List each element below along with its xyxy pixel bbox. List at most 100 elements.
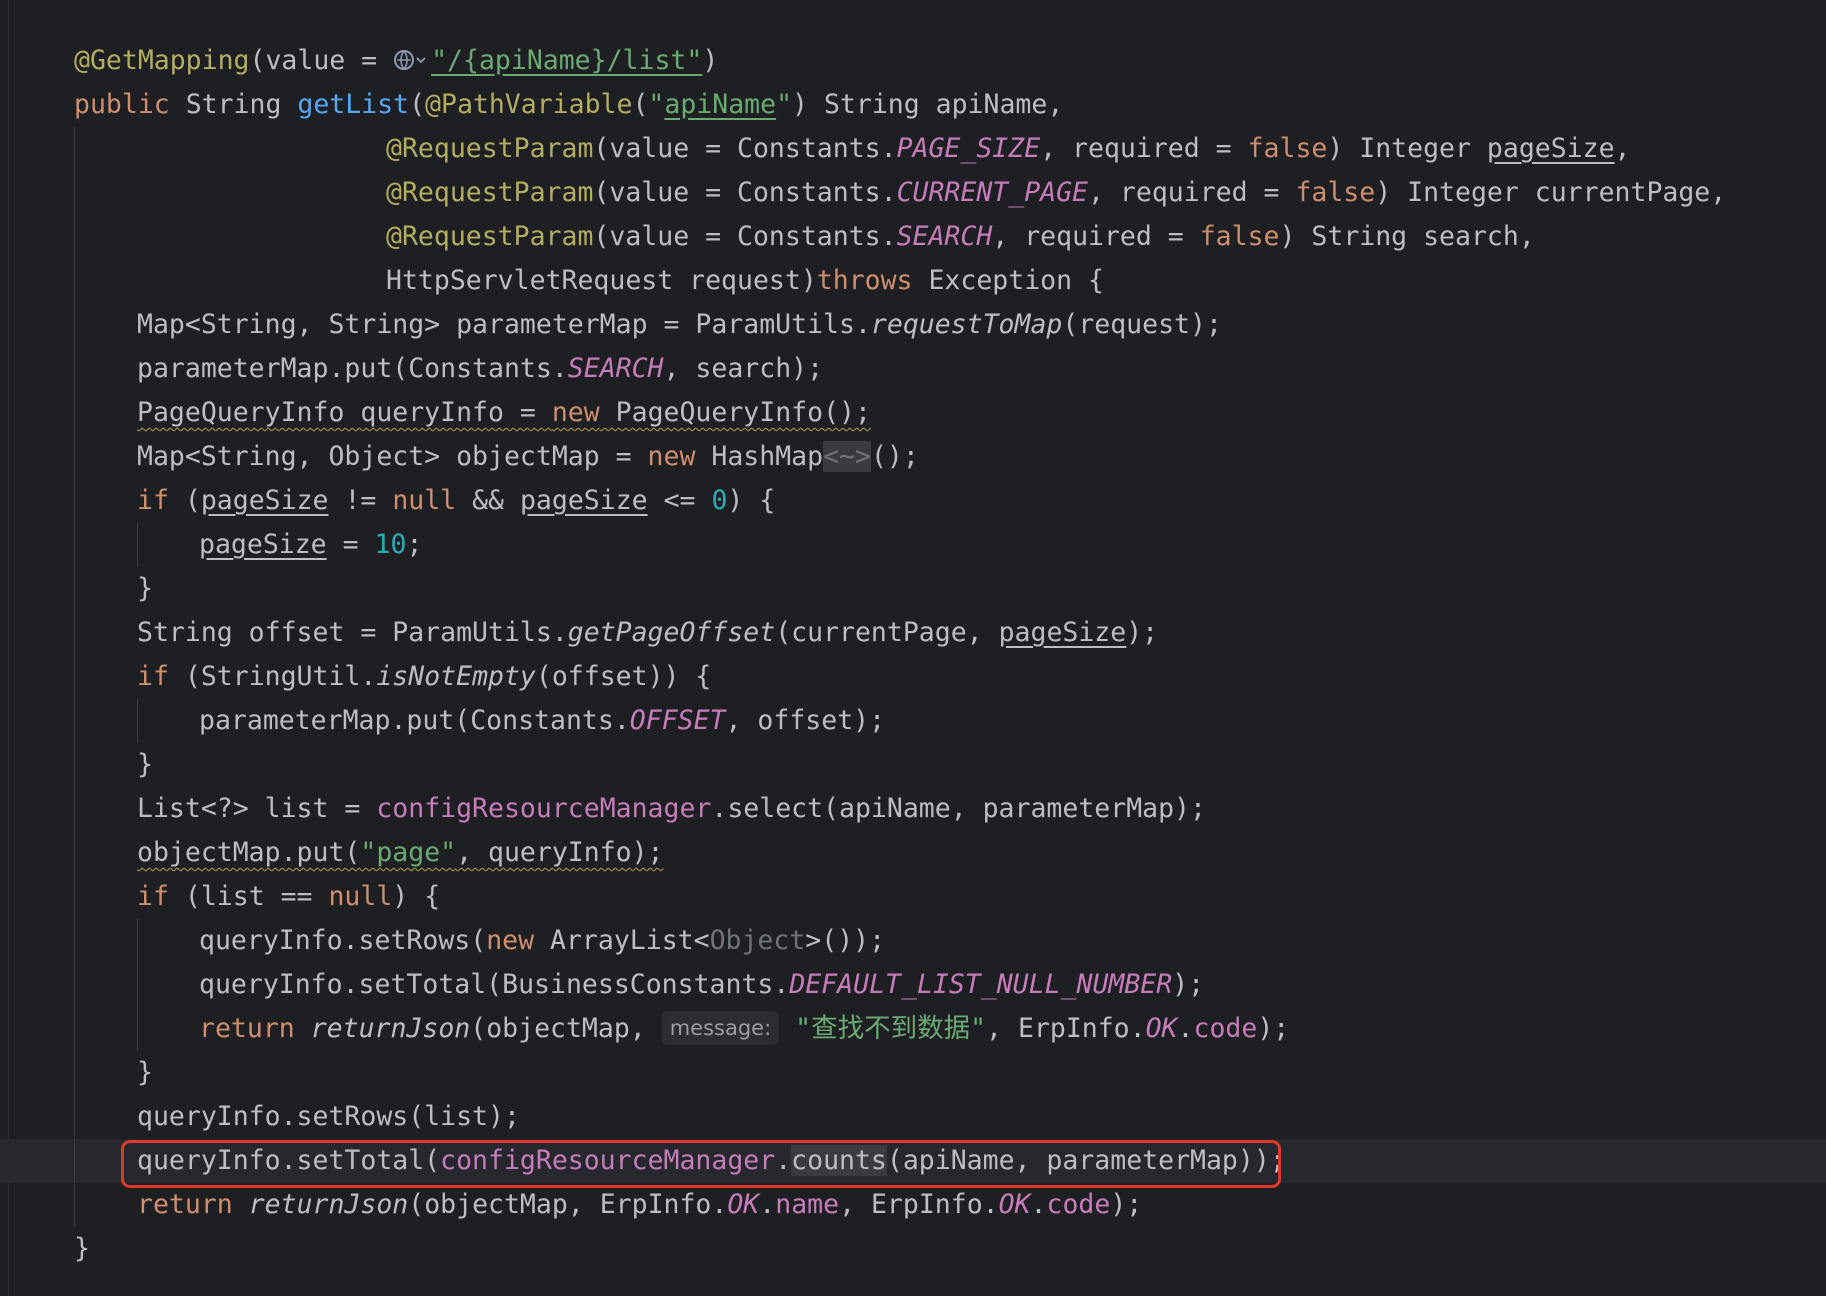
indent-guide <box>74 1095 75 1139</box>
token: new <box>486 925 535 956</box>
token: ( <box>168 485 201 516</box>
token: queryInfo.setTotal(BusinessConstants. <box>199 969 790 1000</box>
token: , required = <box>1040 133 1248 164</box>
indent-guide <box>137 699 138 743</box>
token: >()); <box>805 925 886 956</box>
token: if <box>137 485 169 516</box>
token: configResourceManager <box>440 1145 776 1176</box>
token: HashMap <box>695 441 824 472</box>
token: "page" <box>360 837 457 868</box>
token: . <box>1177 1013 1194 1044</box>
warning-token: PageQueryInfo queryInfo = new PageQueryI… <box>137 397 871 428</box>
code-line-7[interactable]: Map<String, String> parameterMap = Param… <box>0 303 1826 347</box>
code-editor[interactable]: @GetMapping(value = "/{apiName}/list") p… <box>0 0 1826 1296</box>
indent-guide <box>137 1007 138 1051</box>
token: (list == <box>168 881 329 912</box>
token: != <box>328 485 393 516</box>
code-line-15[interactable]: if (StringUtil.isNotEmpty(offset)) { <box>0 655 1826 699</box>
token: new <box>647 441 696 472</box>
code-line-5[interactable]: @RequestParam(value = Constants.SEARCH, … <box>0 215 1826 259</box>
token: " <box>648 89 665 120</box>
indent-guide <box>74 1051 75 1095</box>
code-line-21[interactable]: queryInfo.setRows(new ArrayList<Object>(… <box>0 919 1826 963</box>
token: PageQueryInfo queryInfo = <box>137 397 552 428</box>
indent-guide <box>74 963 75 1007</box>
globe-icon[interactable] <box>393 48 431 72</box>
token: String offset = ParamUtils. <box>137 617 568 648</box>
code-line-19[interactable]: objectMap.put("page", queryInfo); <box>0 831 1826 875</box>
selected-method[interactable]: counts <box>791 1145 887 1176</box>
token: ) { <box>727 485 776 516</box>
token: ); <box>1126 617 1159 648</box>
code-line-12[interactable]: pageSize = 10; <box>0 523 1826 567</box>
token: pageSize <box>998 617 1127 648</box>
token: Map<String, String> parameterMap = Param… <box>137 309 871 340</box>
code-line-17[interactable]: } <box>0 743 1826 787</box>
token: throws <box>816 265 913 296</box>
code-line-26-current[interactable]: queryInfo.setTotal(configResourceManager… <box>0 1139 1826 1183</box>
token: Object <box>709 925 806 956</box>
code-line-3[interactable]: @RequestParam(value = Constants.PAGE_SIZ… <box>0 127 1826 171</box>
code-line-28[interactable]: } <box>0 1227 1826 1271</box>
code-line-13[interactable]: } <box>0 567 1826 611</box>
token: PageQueryInfo(); <box>599 397 871 428</box>
code-line-16[interactable]: parameterMap.put(Constants.OFFSET, offse… <box>0 699 1826 743</box>
token: Exception { <box>912 265 1104 296</box>
code-line-20[interactable]: if (list == null) { <box>0 875 1826 919</box>
token: return <box>199 1013 295 1044</box>
code-line-6[interactable]: HttpServletRequest request)throws Except… <box>0 259 1826 303</box>
token: code <box>1193 1013 1258 1044</box>
token: pageSize <box>519 485 648 516</box>
indent-guide <box>74 1183 75 1227</box>
token: (currentPage, <box>775 617 999 648</box>
token: } <box>137 1057 153 1088</box>
token: = <box>326 529 375 560</box>
token: null <box>392 485 457 516</box>
indent-guide <box>74 523 75 567</box>
indent-guide <box>74 259 75 303</box>
code-line-18[interactable]: List<?> list = configResourceManager.sel… <box>0 787 1826 831</box>
token: getPageOffset <box>567 617 776 648</box>
code-line-24[interactable]: } <box>0 1051 1826 1095</box>
code-line-8[interactable]: parameterMap.put(Constants.SEARCH, searc… <box>0 347 1826 391</box>
token: public <box>74 89 170 120</box>
token: OK <box>998 1189 1031 1220</box>
indent-guide <box>74 743 75 787</box>
indent-guide <box>74 831 75 875</box>
token: apiName <box>664 89 777 120</box>
url-path[interactable]: "/{apiName}/list" <box>431 45 702 76</box>
token: (value = <box>249 45 394 76</box>
indent-guide <box>74 479 75 523</box>
token: HttpServletRequest request) <box>386 265 817 296</box>
indent-guide <box>74 699 75 743</box>
code-line-23[interactable]: return returnJson(objectMap, message: "查… <box>0 1007 1826 1051</box>
indent-guide <box>74 875 75 919</box>
code-line-22[interactable]: queryInfo.setTotal(BusinessConstants.DEF… <box>0 963 1826 1007</box>
diamond-fold[interactable]: <~> <box>823 441 871 472</box>
token: queryInfo.setTotal( <box>137 1145 441 1176</box>
indent-guide <box>74 215 75 259</box>
indent-guide <box>74 611 75 655</box>
token: OFFSET <box>629 705 726 736</box>
token: returnJson <box>310 1013 471 1044</box>
token: isNotEmpty <box>376 661 536 692</box>
code-line-11[interactable]: if (pageSize != null && pageSize <= 0) { <box>0 479 1826 523</box>
token: queryInfo.setRows(list); <box>137 1101 520 1132</box>
code-line-2[interactable]: public String getList(@PathVariable("api… <box>0 83 1826 127</box>
token: @RequestParam <box>386 221 594 252</box>
code-line-1[interactable]: @GetMapping(value = "/{apiName}/list") <box>0 39 1826 83</box>
code-area[interactable]: @GetMapping(value = "/{apiName}/list") p… <box>0 39 1826 1271</box>
token: .select(apiName, parameterMap); <box>711 793 1206 824</box>
code-line-14[interactable]: String offset = ParamUtils.getPageOffset… <box>0 611 1826 655</box>
token: } <box>137 573 153 604</box>
token: ) Integer currentPage, <box>1375 177 1727 208</box>
code-line-9[interactable]: PageQueryInfo queryInfo = new PageQueryI… <box>0 391 1826 435</box>
indent-guide <box>74 655 75 699</box>
token: ); <box>1257 1013 1290 1044</box>
code-line-27[interactable]: return returnJson(objectMap, ErpInfo.OK.… <box>0 1183 1826 1227</box>
code-line-25[interactable]: queryInfo.setRows(list); <box>0 1095 1826 1139</box>
code-line-4[interactable]: @RequestParam(value = Constants.CURRENT_… <box>0 171 1826 215</box>
code-line-10[interactable]: Map<String, Object> objectMap = new Hash… <box>0 435 1826 479</box>
